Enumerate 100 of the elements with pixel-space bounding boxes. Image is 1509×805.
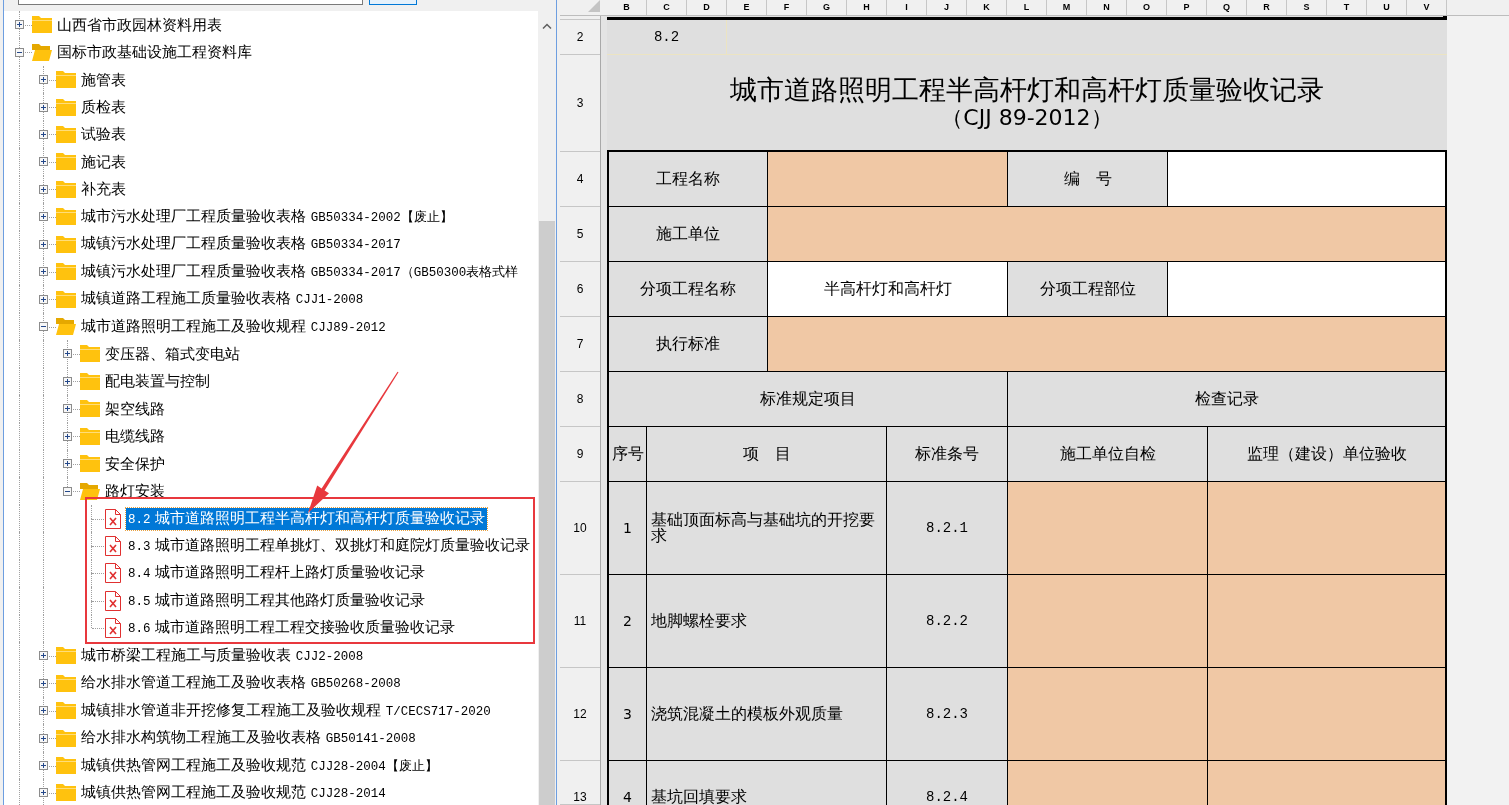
tree-item[interactable]: 8.4 城市道路照明工程杆上路灯质量验收记录	[126, 562, 428, 585]
input-field[interactable]	[768, 317, 1445, 371]
column-header[interactable]: S	[1287, 0, 1327, 15]
tree-item[interactable]: 施记表	[79, 151, 128, 172]
column-header[interactable]: H	[847, 0, 887, 15]
input-field[interactable]	[1208, 482, 1445, 574]
input-field[interactable]	[1008, 575, 1208, 667]
tree-item[interactable]: 城镇道路工程施工质量验收表格 CJJ1-2008	[79, 288, 366, 311]
collapse-icon[interactable]	[39, 322, 48, 332]
tree-item[interactable]: 施管表	[79, 69, 128, 90]
column-header[interactable]: K	[967, 0, 1007, 15]
folder-icon	[56, 263, 76, 281]
column-header[interactable]: B	[607, 0, 647, 15]
tree-item[interactable]: 城市污水处理厂工程质量验收表格 GB50334-2002【废止】	[79, 205, 455, 228]
tree-item[interactable]: 试验表	[79, 124, 128, 145]
table-cell: 基础顶面标高与基础坑的开挖要求	[647, 482, 887, 574]
input-field[interactable]	[1168, 262, 1445, 316]
collapse-icon[interactable]	[63, 486, 72, 496]
expand-icon[interactable]	[39, 75, 48, 85]
expand-icon[interactable]	[39, 129, 48, 139]
input-field[interactable]	[768, 207, 1445, 261]
column-header[interactable]: N	[1087, 0, 1127, 15]
expand-icon[interactable]	[39, 239, 48, 249]
tree-item[interactable]: 城镇污水处理厂工程质量验收表格 GB50334-2017	[79, 233, 403, 256]
tree-item[interactable]: 8.3 城市道路照明工程单挑灯、双挑灯和庭院灯质量验收记录	[126, 535, 533, 558]
column-header[interactable]: V	[1407, 0, 1447, 15]
expand-icon[interactable]	[39, 184, 48, 194]
scrollbar-thumb[interactable]	[539, 221, 555, 805]
column-header[interactable]: P	[1167, 0, 1207, 15]
folder-icon	[56, 208, 76, 226]
tree-item[interactable]: 山西省市政园林资料用表	[55, 14, 224, 35]
expand-icon[interactable]	[63, 459, 72, 469]
input-field[interactable]	[1208, 761, 1445, 805]
document-icon	[104, 590, 122, 611]
document-icon	[104, 563, 122, 584]
column-header[interactable]: I	[887, 0, 927, 15]
column-header[interactable]: E	[727, 0, 767, 15]
tree-item[interactable]: 电缆线路	[103, 426, 167, 447]
expand-icon[interactable]	[39, 733, 48, 743]
column-header[interactable]: M	[1047, 0, 1087, 15]
expand-icon[interactable]	[39, 788, 48, 798]
column-header[interactable]: R	[1247, 0, 1287, 15]
expand-icon[interactable]	[39, 651, 48, 661]
column-header[interactable]: L	[1007, 0, 1047, 15]
expand-icon[interactable]	[63, 349, 72, 359]
open-folder-icon	[56, 318, 76, 336]
tree-item[interactable]: 给水排水管道工程施工及验收表格 GB50268-2008	[79, 672, 403, 695]
tree-item[interactable]: 城镇供热管网工程施工及验收规范 CJJ28-2014	[79, 781, 388, 804]
toolbar-button[interactable]	[369, 0, 417, 5]
column-header[interactable]: F	[767, 0, 807, 15]
expand-icon[interactable]	[15, 20, 24, 30]
scroll-up-icon[interactable]	[542, 22, 552, 29]
folder-icon	[80, 345, 100, 363]
input-field[interactable]	[1008, 482, 1208, 574]
tree-item[interactable]: 城镇供热管网工程施工及验收规范 CJJ28-2004【废止】	[79, 754, 440, 777]
expand-icon[interactable]	[39, 267, 48, 277]
expand-icon[interactable]	[63, 431, 72, 441]
input-field[interactable]	[1208, 575, 1445, 667]
tree-item[interactable]: 8.5 城市道路照明工程其他路灯质量验收记录	[126, 589, 428, 612]
tree-item[interactable]: 给水排水构筑物工程施工及验收表格 GB50141-2008	[79, 727, 418, 750]
expand-icon[interactable]	[39, 706, 48, 716]
tree-item[interactable]: 城市道路照明工程施工及验收规程 CJJ89-2012	[79, 315, 388, 338]
tree-item[interactable]: 城镇污水处理厂工程质量验收表格 GB50334-2017（GB50300表格式样	[79, 260, 521, 283]
input-field[interactable]: 半高杆灯和高杆灯	[768, 262, 1008, 316]
tree-item[interactable]: 安全保护	[103, 453, 167, 474]
input-field[interactable]	[1008, 668, 1208, 760]
tree-item[interactable]: 8.2 城市道路照明工程半高杆灯和高杆灯质量验收记录	[126, 507, 488, 530]
square-handle-icon[interactable]	[1443, 16, 1447, 20]
column-header[interactable]: Q	[1207, 0, 1247, 15]
expand-icon[interactable]	[39, 212, 48, 222]
expand-icon[interactable]	[39, 157, 48, 167]
tree-item[interactable]: 城市桥梁工程施工与质量验收表 CJJ2-2008	[79, 644, 366, 667]
tree-item[interactable]: 补充表	[79, 179, 128, 200]
column-header[interactable]: D	[687, 0, 727, 15]
tree-item[interactable]: 架空线路	[103, 398, 167, 419]
tree-item[interactable]: 质检表	[79, 97, 128, 118]
expand-icon[interactable]	[39, 761, 48, 771]
input-field[interactable]	[768, 152, 1008, 206]
expand-icon[interactable]	[39, 102, 48, 112]
tree-item[interactable]: 国标市政基础设施工程资料库	[55, 42, 254, 63]
input-field[interactable]	[1208, 668, 1445, 760]
section-header: 检查记录	[1193, 388, 1260, 410]
search-field[interactable]	[18, 0, 363, 5]
tree-item[interactable]: 8.6 城市道路照明工程工程交接验收质量验收记录	[126, 617, 458, 640]
input-field[interactable]	[1168, 152, 1445, 206]
input-field[interactable]	[1008, 761, 1208, 805]
expand-icon[interactable]	[39, 678, 48, 688]
column-header[interactable]: U	[1367, 0, 1407, 15]
column-header[interactable]: J	[927, 0, 967, 15]
column-header[interactable]: G	[807, 0, 847, 15]
column-header[interactable]: O	[1127, 0, 1167, 15]
column-header[interactable]: T	[1327, 0, 1367, 15]
tree-item[interactable]: 城镇排水管道非开挖修复工程施工及验收规程 T/CECS717-2020	[79, 699, 493, 722]
collapse-icon[interactable]	[15, 47, 24, 57]
expand-icon[interactable]	[63, 376, 72, 386]
tree-item[interactable]: 变压器、箱式变电站	[103, 343, 242, 364]
tree-item[interactable]: 配电装置与控制	[103, 371, 212, 392]
expand-icon[interactable]	[39, 294, 48, 304]
column-header[interactable]: C	[647, 0, 687, 15]
expand-icon[interactable]	[63, 404, 72, 414]
